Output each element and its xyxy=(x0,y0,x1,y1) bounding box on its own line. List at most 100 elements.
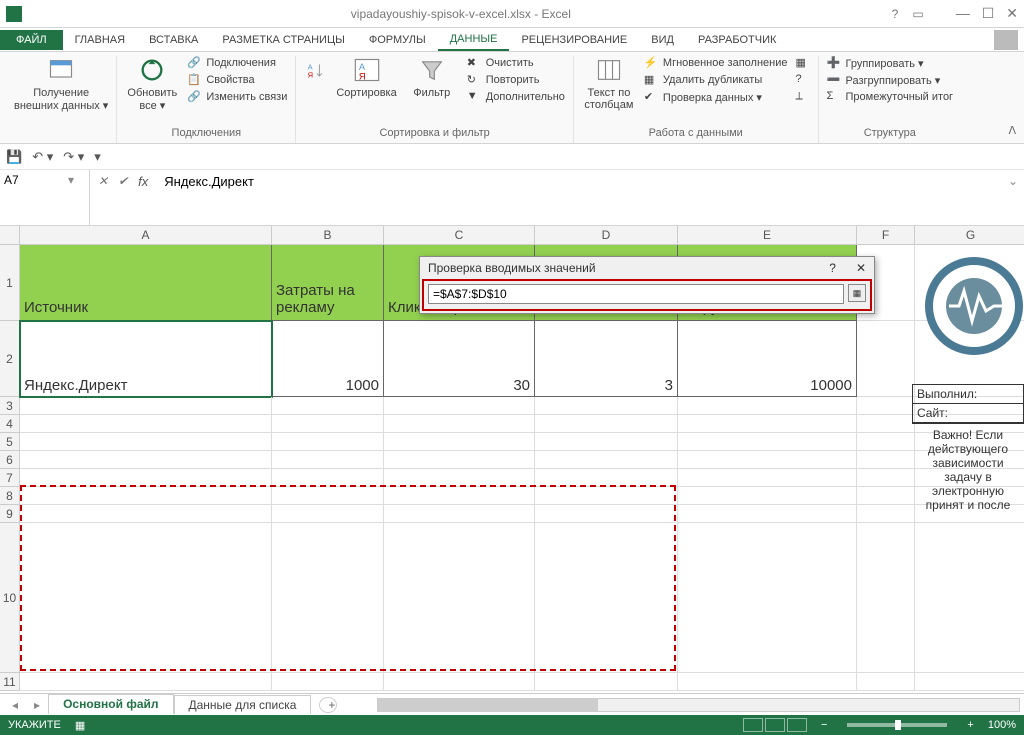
cell-C5[interactable] xyxy=(384,433,535,451)
row-header-4[interactable]: 4 xyxy=(0,415,20,433)
cell-B2[interactable]: 1000 xyxy=(272,321,384,397)
cell-F10[interactable] xyxy=(857,523,915,673)
zoom-out-button[interactable]: − xyxy=(821,719,827,731)
collapse-ribbon-button[interactable]: ᐱ xyxy=(1008,124,1016,137)
get-external-data-button[interactable]: Получение внешних данных ▾ xyxy=(14,56,108,112)
cell-G11[interactable] xyxy=(915,673,1024,691)
sheet-tab-list-data[interactable]: Данные для списка xyxy=(174,695,312,714)
sheet-tab-main[interactable]: Основной файл xyxy=(48,694,173,715)
tab-developer[interactable]: РАЗРАБОТЧИК xyxy=(686,30,788,50)
cell-A11[interactable] xyxy=(20,673,272,691)
new-sheet-button[interactable]: + xyxy=(319,697,337,713)
what-if-button[interactable]: ? xyxy=(796,73,810,87)
cell-D5[interactable] xyxy=(535,433,678,451)
cell-E9[interactable] xyxy=(678,505,857,523)
subtotal-button[interactable]: ΣПромежуточный итог xyxy=(827,90,954,104)
redo-icon[interactable]: ↷ ▾ xyxy=(63,149,84,165)
flash-fill-button[interactable]: ⚡Мгновенное заполнение xyxy=(644,56,788,70)
range-input[interactable] xyxy=(428,284,844,304)
col-header-D[interactable]: D xyxy=(535,226,678,245)
horizontal-scrollbar[interactable] xyxy=(377,698,1020,712)
macro-record-icon[interactable]: ▦ xyxy=(75,719,85,732)
cell-F7[interactable] xyxy=(857,469,915,487)
cell-C4[interactable] xyxy=(384,415,535,433)
text-to-columns-button[interactable]: Текст по столбцам xyxy=(582,56,636,111)
minimize-button[interactable]: — xyxy=(956,5,970,22)
col-header-F[interactable]: F xyxy=(857,226,915,245)
page-layout-view-button[interactable] xyxy=(765,718,785,732)
filter-button[interactable]: Фильтр xyxy=(405,56,459,99)
cell-F3[interactable] xyxy=(857,397,915,415)
zoom-slider[interactable] xyxy=(847,723,947,727)
cell-D4[interactable] xyxy=(535,415,678,433)
cancel-formula-icon[interactable]: ✕ xyxy=(98,174,108,188)
cell-D6[interactable] xyxy=(535,451,678,469)
page-break-view-button[interactable] xyxy=(787,718,807,732)
cell-B3[interactable] xyxy=(272,397,384,415)
cell-G10[interactable] xyxy=(915,523,1024,673)
cell-C2[interactable]: 30 xyxy=(384,321,535,397)
maximize-button[interactable]: ☐ xyxy=(982,5,995,22)
cell-F4[interactable] xyxy=(857,415,915,433)
col-header-E[interactable]: E xyxy=(678,226,857,245)
cell-F8[interactable] xyxy=(857,487,915,505)
cell-F5[interactable] xyxy=(857,433,915,451)
tab-page-layout[interactable]: РАЗМЕТКА СТРАНИЦЫ xyxy=(210,30,356,50)
ungroup-button[interactable]: ➖Разгруппировать ▾ xyxy=(827,73,954,87)
normal-view-button[interactable] xyxy=(743,718,763,732)
cell-D11[interactable] xyxy=(535,673,678,691)
dialog-close-button[interactable]: ✕ xyxy=(856,261,866,275)
cell-E5[interactable] xyxy=(678,433,857,451)
cell-C3[interactable] xyxy=(384,397,535,415)
cell-E8[interactable] xyxy=(678,487,857,505)
row-header-1[interactable]: 1 xyxy=(0,245,20,321)
row-header-5[interactable]: 5 xyxy=(0,433,20,451)
zoom-in-button[interactable]: + xyxy=(967,719,973,731)
cell-E2[interactable]: 10000 xyxy=(678,321,857,397)
clear-filter-button[interactable]: ✖Очистить xyxy=(467,56,565,70)
formula-input[interactable]: Яндекс.Директ xyxy=(156,170,1002,225)
ribbon-options-icon[interactable]: ▭ xyxy=(912,7,923,21)
accept-formula-icon[interactable]: ✔ xyxy=(118,174,128,188)
remove-duplicates-button[interactable]: ▦Удалить дубликаты xyxy=(644,73,788,87)
edit-links-button[interactable]: 🔗Изменить связи xyxy=(187,90,287,104)
group-button[interactable]: ➕Группировать ▾ xyxy=(827,56,954,70)
cell-A4[interactable] xyxy=(20,415,272,433)
row-header-3[interactable]: 3 xyxy=(0,397,20,415)
sort-button[interactable]: АЯ Сортировка xyxy=(336,56,396,99)
cell-A3[interactable] xyxy=(20,397,272,415)
tab-home[interactable]: ГЛАВНАЯ xyxy=(63,30,137,50)
cell-D3[interactable] xyxy=(535,397,678,415)
row-header-11[interactable]: 11 xyxy=(0,673,20,691)
relationships-button[interactable]: ⟂ xyxy=(796,90,810,104)
cell-F6[interactable] xyxy=(857,451,915,469)
advanced-filter-button[interactable]: ▼Дополнительно xyxy=(467,90,565,104)
undo-icon[interactable]: ↶ ▾ xyxy=(32,149,53,165)
tab-data[interactable]: ДАННЫЕ xyxy=(438,29,510,51)
account-icon[interactable] xyxy=(994,30,1018,50)
collapse-dialog-button[interactable]: ▦ xyxy=(848,284,866,302)
cell-F9[interactable] xyxy=(857,505,915,523)
cell-C6[interactable] xyxy=(384,451,535,469)
cell-F11[interactable] xyxy=(857,673,915,691)
cell-A5[interactable] xyxy=(20,433,272,451)
sort-az-button[interactable]: АЯ xyxy=(304,56,328,86)
cell-E11[interactable] xyxy=(678,673,857,691)
row-header-6[interactable]: 6 xyxy=(0,451,20,469)
name-box[interactable]: ▾ xyxy=(0,170,90,225)
col-header-C[interactable]: C xyxy=(384,226,535,245)
row-header-2[interactable]: 2 xyxy=(0,321,20,397)
cell-F2[interactable] xyxy=(857,321,915,397)
cell-B11[interactable] xyxy=(272,673,384,691)
reapply-button[interactable]: ↻Повторить xyxy=(467,73,565,87)
sheet-nav-prev[interactable]: ◂ xyxy=(4,698,26,712)
consolidate-button[interactable]: ▦ xyxy=(796,56,810,70)
file-tab[interactable]: ФАЙЛ xyxy=(0,30,63,50)
row-header-8[interactable]: 8 xyxy=(0,487,20,505)
select-all-corner[interactable] xyxy=(0,226,20,245)
properties-button[interactable]: 📋Свойства xyxy=(187,73,287,87)
qat-customize-icon[interactable]: ▾ xyxy=(94,149,101,165)
cell-E3[interactable] xyxy=(678,397,857,415)
cell-E6[interactable] xyxy=(678,451,857,469)
name-box-input[interactable] xyxy=(4,173,64,187)
